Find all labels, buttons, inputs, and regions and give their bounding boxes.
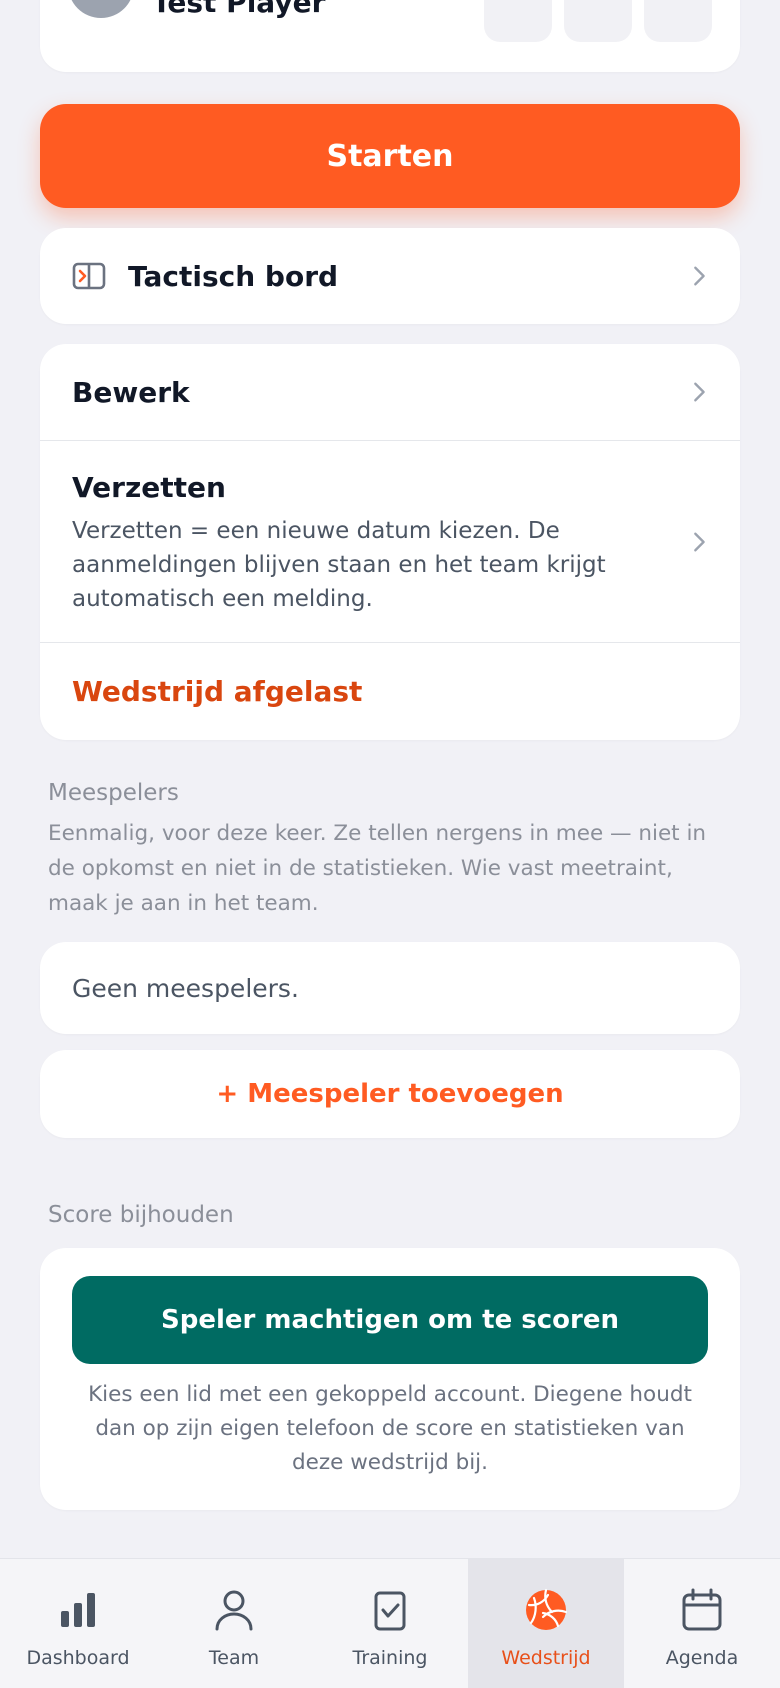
add-guest-button[interactable]: + Meespeler toevoegen <box>40 1050 740 1138</box>
cancel-match-row[interactable]: Wedstrijd afgelast <box>40 643 740 740</box>
tab-wedstrijd[interactable]: Wedstrijd <box>468 1559 624 1688</box>
clipboard-check-icon <box>374 1591 406 1631</box>
tab-label: Dashboard <box>26 1647 130 1669</box>
guests-section-label: Meespelers <box>48 780 179 806</box>
guests-list-card: Geen meespelers. <box>40 942 740 1034</box>
user-icon <box>215 1590 253 1631</box>
tab-dashboard[interactable]: Dashboard <box>0 1559 156 1688</box>
reschedule-description: Verzetten = een nieuwe datum kiezen. De … <box>72 518 606 612</box>
volleyball-icon <box>526 1588 568 1630</box>
reschedule-label: Verzetten <box>72 471 226 504</box>
player-name: Test Player <box>152 0 326 19</box>
score-help-text: Kies een lid met een gekoppeld account. … <box>88 1382 692 1475</box>
calendar-icon <box>682 1588 722 1631</box>
score-card: Speler machtigen om te scoren Kies een l… <box>40 1248 740 1510</box>
chevron-right-icon <box>694 382 705 402</box>
chevron-right-icon <box>694 266 705 286</box>
tactics-board-card[interactable]: Tactisch bord <box>40 228 740 324</box>
match-detail-screen: T Test Player Starten Tactisch bord Bewe… <box>0 0 780 1688</box>
bottom-tab-bar: Dashboard Team Training Wedstrijd Agenda <box>0 1558 780 1688</box>
edit-label: Bewerk <box>72 375 190 409</box>
tab-label: Agenda <box>665 1647 739 1669</box>
avatar: T <box>68 0 134 18</box>
tactics-board-icon <box>72 262 106 290</box>
edit-row[interactable]: Bewerk <box>40 344 740 440</box>
score-section-label: Score bijhouden <box>48 1202 234 1228</box>
close-icon <box>664 0 692 2</box>
chevron-right-icon <box>694 532 705 551</box>
guests-empty-text: Geen meespelers. <box>72 973 299 1003</box>
confirm-button[interactable] <box>484 0 552 42</box>
tab-label: Team <box>208 1647 260 1669</box>
maybe-button[interactable] <box>564 0 632 42</box>
guests-section-description: Eenmalig, voor deze keer. Ze tellen nerg… <box>48 821 707 916</box>
tab-label: Wedstrijd <box>501 1647 591 1669</box>
check-icon <box>504 0 532 2</box>
tab-label: Training <box>352 1647 428 1669</box>
cancel-match-label: Wedstrijd afgelast <box>72 675 363 708</box>
reschedule-row[interactable]: Verzetten Verzetten = een nieuwe datum k… <box>40 441 740 642</box>
player-card: T Test Player <box>40 0 740 72</box>
add-guest-label: + Meespeler toevoegen <box>216 1079 564 1109</box>
tab-agenda[interactable]: Agenda <box>624 1559 780 1688</box>
tactics-board-label: Tactisch bord <box>128 259 339 293</box>
tactics-board-row[interactable]: Tactisch bord <box>40 228 740 324</box>
tab-training[interactable]: Training <box>312 1559 468 1688</box>
question-circle-icon <box>584 0 612 2</box>
tab-team[interactable]: Team <box>156 1559 312 1688</box>
authorize-scorer-button[interactable]: Speler machtigen om te scoren <box>72 1276 708 1364</box>
start-button[interactable]: Starten <box>40 104 740 208</box>
match-actions-card: Bewerk Verzetten Verzetten = een nieuwe … <box>40 344 740 740</box>
bar-chart-icon <box>61 1593 95 1627</box>
decline-button[interactable] <box>644 0 712 42</box>
